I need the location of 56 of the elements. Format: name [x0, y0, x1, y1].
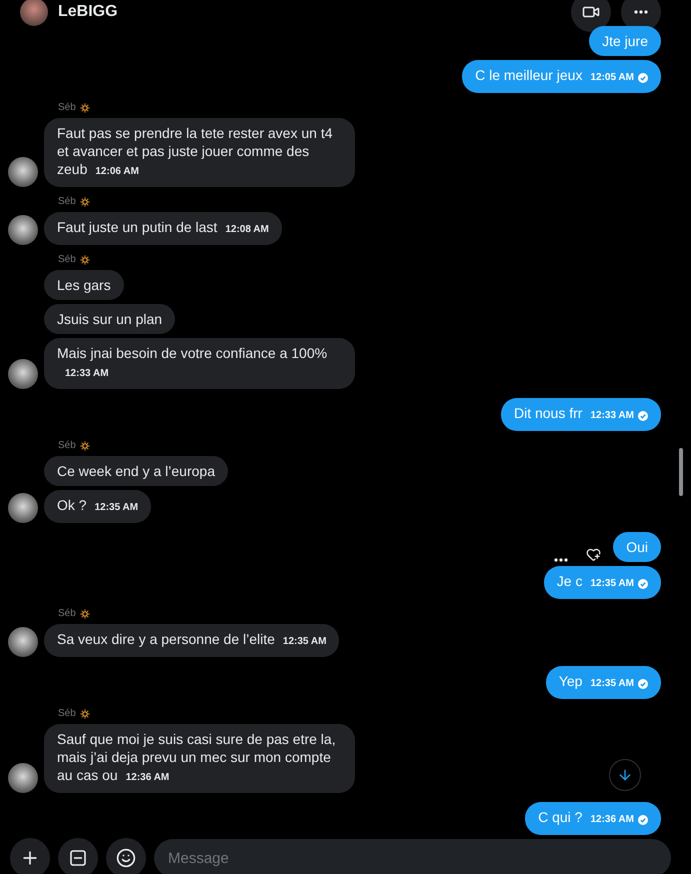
- message-bubble: Dit nous frr 12:33 AM: [500, 398, 661, 431]
- sun-icon: [80, 709, 90, 719]
- message-bubble: C qui ? 12:36 AM: [525, 802, 661, 835]
- add-button[interactable]: [10, 838, 50, 874]
- smile-icon: [116, 848, 136, 868]
- check-icon: [638, 579, 648, 589]
- arrow-down-icon: [617, 767, 633, 783]
- more-icon: [634, 10, 648, 14]
- message-bubble: Jte jure: [589, 26, 661, 56]
- sender-name: Séb: [58, 102, 76, 114]
- sender-name: Séb: [58, 254, 76, 266]
- check-icon: [638, 73, 648, 83]
- message-bubble: Ok ? 12:35 AM: [44, 490, 152, 523]
- message-bubble: Oui: [613, 532, 661, 562]
- avatar[interactable]: [8, 763, 38, 793]
- react-button[interactable]: [586, 547, 602, 562]
- emoji-button[interactable]: [106, 838, 146, 874]
- sun-icon: [80, 103, 90, 113]
- sun-icon: [80, 197, 90, 207]
- avatar[interactable]: [8, 359, 38, 389]
- message-bubble: Sa veux dire y a personne de l’elite 12:35 AM: [44, 624, 340, 657]
- sun-icon: [80, 255, 90, 265]
- sender-name: Séb: [58, 196, 76, 208]
- message-bubble: Je c 12:35 AM: [544, 566, 661, 599]
- video-button[interactable]: [571, 0, 611, 32]
- message-bubble: Les gars: [44, 270, 124, 300]
- message-bubble: Ce week end y a l’europa: [44, 456, 228, 486]
- message-bubble: Sauf que moi je suis casi sure de pas etre la, mais j’ai deja prevu un mec sur mon compte au cas ou 12:36 AM: [44, 724, 355, 793]
- avatar[interactable]: [8, 157, 38, 187]
- message-bubble: Yep 12:35 AM: [546, 666, 661, 699]
- message-bubble: Faut pas se prendre la tete rester avex un t4 et avancer et pas juste jouer comme des zeub 12:06 AM: [44, 118, 355, 187]
- heart-plus-icon: [586, 547, 602, 562]
- sender-name: Séb: [58, 440, 76, 452]
- gif-icon: [69, 849, 87, 867]
- message-field[interactable]: Message: [154, 839, 671, 874]
- message-bubble: Jsuis sur un plan: [44, 304, 176, 334]
- sender-name: Séb: [58, 608, 76, 620]
- avatar[interactable]: [8, 493, 38, 523]
- sender-name: Séb: [58, 708, 76, 720]
- message-bubble: C le meilleur jeux 12:05 AM: [462, 60, 661, 93]
- sun-icon: [80, 441, 90, 451]
- sun-icon: [80, 609, 90, 619]
- contact-name: LeBIGG: [58, 3, 119, 21]
- avatar[interactable]: [20, 0, 48, 26]
- avatar[interactable]: [8, 627, 38, 657]
- more-icon: [554, 558, 568, 562]
- avatar[interactable]: [8, 215, 38, 245]
- message-bubble: Mais jnai besoin de votre confiance a 100% 12:33 AM: [44, 338, 355, 389]
- message-bubble: Faut juste un putin de last 12:08 AM: [44, 212, 282, 245]
- gif-button[interactable]: [58, 838, 98, 874]
- check-icon: [638, 411, 648, 421]
- check-icon: [638, 679, 648, 689]
- scrollbar[interactable]: [679, 448, 683, 496]
- scroll-down-button[interactable]: [609, 759, 641, 791]
- more-button[interactable]: [554, 558, 568, 562]
- check-icon: [638, 815, 648, 825]
